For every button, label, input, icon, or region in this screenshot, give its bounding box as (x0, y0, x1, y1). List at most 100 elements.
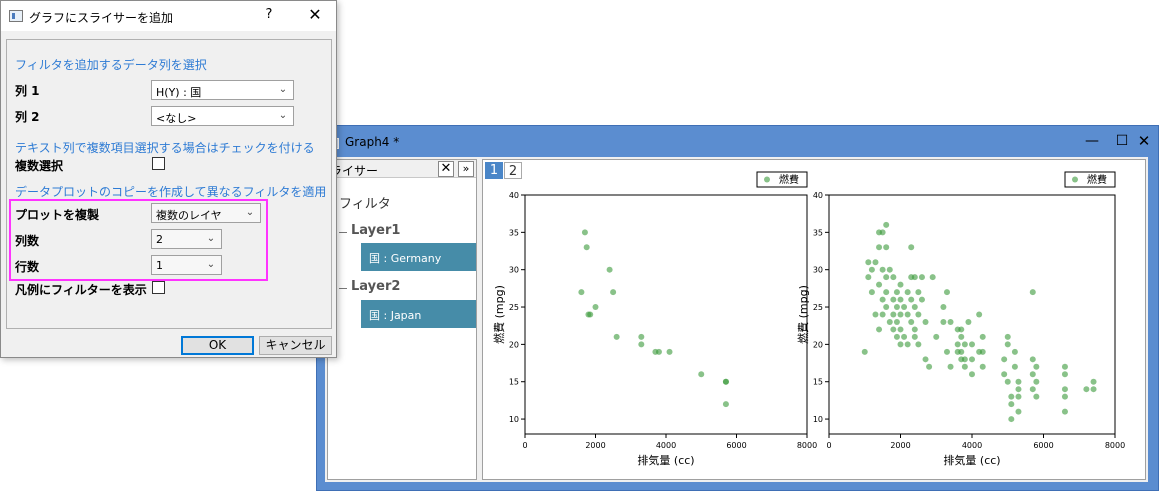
plot2-data-point (893, 304, 900, 311)
plot2-data-point (958, 348, 965, 355)
plot2-data-point (1033, 393, 1040, 400)
plot2-data-point (876, 281, 883, 288)
plot2-data-point (908, 318, 915, 325)
plot2-data-point (904, 341, 911, 348)
plot1-data-point (578, 289, 585, 296)
chevron-down-icon: ⌄ (278, 84, 288, 95)
dialog-close-button[interactable]: ✕ (305, 5, 325, 24)
plot2-legend-marker (1072, 176, 1078, 183)
plot2-y-tick-label: 30 (813, 266, 823, 275)
plot2-data-point (958, 333, 965, 340)
plot2-data-point (915, 289, 922, 296)
plot2-data-point (911, 333, 918, 340)
plot2-data-point (1015, 378, 1022, 385)
column2-select-value: <なし> (156, 112, 197, 125)
chart-area: 0 2000 4000 6000 8000 10 15 20 25 30 35 40 排気量 (cc) 燃… (482, 159, 1146, 480)
plot2-frame (828, 194, 1116, 435)
plot1-data-point (592, 304, 599, 311)
column2-select[interactable]: <なし> ⌄ (151, 106, 294, 126)
plot1-data-point (581, 229, 588, 236)
section-select-column: フィルタを追加するデータ列を選択 (15, 58, 207, 72)
slicer-close-button[interactable]: ✕ (438, 161, 454, 177)
plot1-data-point (583, 244, 590, 251)
plot2-data-point (1015, 408, 1022, 415)
chart-canvas: 0 2000 4000 6000 8000 10 15 20 25 30 35 40 排気量 (cc) 燃… (492, 171, 1125, 467)
tree-item-layer1[interactable]: Layer1 (351, 223, 400, 238)
minimize-button[interactable]: — (1077, 126, 1107, 156)
plot1-data-point (587, 311, 594, 318)
plot2-data-point (1061, 363, 1068, 370)
graph-client-area: ライサー ✕ » フィルタ Layer1 国 : Germany Layer2 … (325, 157, 1148, 482)
plot1-data-point (638, 333, 645, 340)
tree-connector (339, 232, 347, 233)
filter-chip-japan[interactable]: 国 : Japan (361, 300, 476, 328)
plot2-data-point (1004, 333, 1011, 340)
plot2-data-point (969, 341, 975, 348)
tree-item-layer2[interactable]: Layer2 (351, 279, 400, 294)
dialog-app-icon (9, 10, 23, 22)
plot2-data-point (865, 259, 872, 266)
tree-root-filter[interactable]: フィルタ (339, 193, 391, 212)
plot2-data-point (929, 274, 936, 281)
plot2-data-point (904, 289, 911, 296)
plot1-legend-label: 燃費 (779, 173, 799, 186)
plot2-data-point (893, 333, 900, 340)
plot2-y-tick-label: 15 (813, 378, 823, 387)
plot1-x-tick-label: 8000 (797, 441, 817, 450)
plot2-data-point (911, 274, 918, 281)
plot2-data-point (1090, 378, 1097, 385)
column1-select-value: H(Y) : 国 (156, 86, 202, 99)
plot2-data-point (883, 274, 890, 281)
plot2-x-tick-label: 8000 (1105, 441, 1125, 450)
column1-select[interactable]: H(Y) : 国 ⌄ (151, 80, 294, 100)
plot2-data-point (879, 296, 886, 303)
plot2-data-point (868, 289, 875, 296)
column2-label: 列 2 (15, 110, 40, 124)
graph-titlebar[interactable]: Graph4 * — ☐ ✕ (317, 126, 1158, 158)
slicer-header-title: ライサー (330, 164, 379, 178)
plot2-data-point (961, 356, 968, 363)
dialog-titlebar[interactable]: グラフにスライサーを追加 ? ✕ (1, 1, 336, 31)
column1-label: 列 1 (15, 84, 40, 98)
plot1-x-axis-label: 排気量 (cc) (637, 453, 694, 467)
plot2-data-point (890, 274, 897, 281)
cancel-button[interactable]: キャンセル (259, 336, 332, 355)
plot2-y-tick-label: 10 (813, 415, 823, 424)
plot2-data-point (943, 348, 950, 355)
plot2-data-point (868, 266, 875, 273)
plot2-data-point (1033, 378, 1040, 385)
layer-tab-1[interactable]: 1 (485, 162, 503, 179)
window-close-button[interactable]: ✕ (1129, 126, 1159, 156)
plot2-x-tick-label: 4000 (962, 441, 982, 450)
plot2-data-point (897, 341, 904, 348)
section-copy-plot: データプロットのコピーを作成して異なるフィルタを適用 (15, 185, 327, 199)
plot2-data-point (976, 311, 983, 318)
help-button[interactable]: ? (261, 7, 277, 22)
plot2-data-point (926, 363, 933, 370)
plot2-data-point (904, 311, 911, 318)
plot1-data-point (610, 289, 617, 296)
multi-select-checkbox[interactable] (152, 157, 165, 170)
plot1-x-tick-label: 6000 (726, 441, 746, 450)
plot2-data-point (1061, 408, 1068, 415)
plot2-data-point (1015, 393, 1022, 400)
plot2-x-tick-label: 6000 (1033, 441, 1053, 450)
plot2-data-point (886, 318, 893, 325)
slicer-expand-button[interactable]: » (458, 161, 474, 177)
plot2-data-point (1061, 386, 1068, 393)
plot1-data-point (638, 341, 645, 348)
plot2-data-point (911, 326, 918, 333)
plot2-data-point (1011, 363, 1018, 370)
filter-chip-germany[interactable]: 国 : Germany (361, 243, 476, 271)
show-filter-legend-checkbox[interactable] (152, 281, 165, 294)
plot1-y-tick-label: 35 (509, 228, 519, 237)
plot2-data-point (890, 311, 897, 318)
plot2-x-tick-label: 0 (826, 441, 831, 450)
plot2-x-axis-label: 排気量 (cc) (943, 453, 1000, 467)
plot1-y-tick-label: 20 (509, 340, 519, 349)
plot1-data-point (655, 348, 662, 355)
plot1-y-tick-label: 15 (509, 378, 519, 387)
layer-tab-2[interactable]: 2 (504, 162, 522, 179)
ok-button[interactable]: OK (181, 336, 254, 355)
plot2-data-point (876, 326, 883, 333)
